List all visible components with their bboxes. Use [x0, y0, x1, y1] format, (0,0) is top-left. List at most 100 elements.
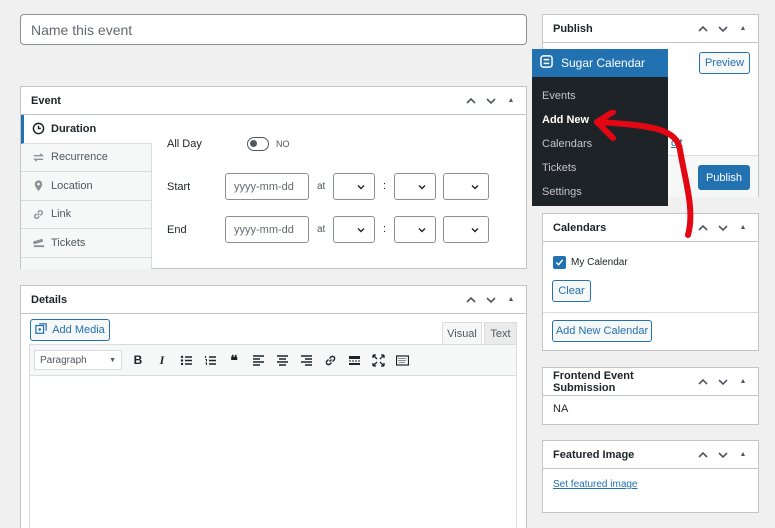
tab-recurrence[interactable]: Recurrence: [21, 144, 151, 172]
tab-duration-label: Duration: [51, 122, 97, 135]
start-minute-select[interactable]: [394, 173, 436, 200]
move-up-icon[interactable]: [696, 375, 710, 389]
set-featured-image-link[interactable]: Set featured image: [553, 479, 638, 490]
move-down-icon[interactable]: [716, 375, 730, 389]
toolbar-toggle-icon[interactable]: [392, 350, 412, 370]
tab-location[interactable]: Location: [21, 172, 151, 201]
all-day-toggle-text: NO: [276, 139, 290, 149]
tab-link[interactable]: Link: [21, 201, 151, 229]
start-at-label: at: [317, 181, 326, 192]
details-metabox: Details ▲ Add Media Visual Text Paragrap…: [20, 285, 527, 528]
collapse-toggle-icon[interactable]: ▲: [504, 94, 518, 108]
featured-image-title: Featured Image: [553, 448, 635, 461]
end-minute-select[interactable]: [394, 216, 436, 243]
my-calendar-label: My Calendar: [571, 257, 628, 268]
all-day-label: All Day: [167, 138, 202, 150]
clear-button[interactable]: Clear: [552, 280, 591, 302]
add-media-button[interactable]: Add Media: [30, 319, 110, 341]
collapse-toggle-icon[interactable]: ▲: [736, 22, 750, 36]
move-down-icon[interactable]: [716, 221, 730, 235]
event-title-input[interactable]: Name this event: [20, 14, 527, 45]
location-pin-icon: [31, 179, 45, 193]
move-down-icon[interactable]: [716, 22, 730, 36]
add-media-icon: [35, 322, 47, 338]
annotation-arrow: [594, 110, 694, 238]
format-select[interactable]: Paragraph ▼: [34, 350, 122, 370]
read-more-icon[interactable]: [344, 350, 364, 370]
publish-metabox-title: Publish: [553, 22, 593, 35]
insert-link-icon[interactable]: [320, 350, 340, 370]
sugar-calendar-menu-header[interactable]: Sugar Calendar: [532, 49, 668, 77]
move-up-icon[interactable]: [696, 448, 710, 462]
preview-button[interactable]: Preview: [699, 52, 750, 74]
details-metabox-title: Details: [31, 293, 68, 306]
frontend-submission-title: Frontend Event Submission: [553, 369, 634, 394]
tickets-icon: [31, 236, 45, 250]
tab-text[interactable]: Text: [484, 322, 517, 344]
tab-tickets-label: Tickets: [51, 236, 86, 249]
tab-visual[interactable]: Visual: [442, 322, 482, 344]
move-down-icon[interactable]: [484, 293, 498, 307]
start-label: Start: [167, 181, 191, 193]
event-metabox-title: Event: [31, 94, 61, 107]
bold-icon[interactable]: B: [128, 350, 148, 370]
collapse-toggle-icon[interactable]: ▲: [504, 293, 518, 307]
italic-icon[interactable]: I: [152, 350, 172, 370]
publish-button[interactable]: Publish: [698, 165, 750, 190]
move-up-icon[interactable]: [464, 94, 478, 108]
event-metabox-header: Event ▲: [21, 87, 526, 115]
publish-metabox-header: Publish ▲: [543, 15, 758, 43]
tab-location-label: Location: [51, 179, 93, 192]
sugar-calendar-icon: [540, 55, 553, 71]
all-day-toggle[interactable]: [247, 137, 269, 151]
start-date-input[interactable]: yyyy-mm-dd: [225, 173, 309, 200]
move-up-icon[interactable]: [464, 293, 478, 307]
recurrence-icon: [31, 150, 45, 164]
add-new-calendar-button[interactable]: Add New Calendar: [552, 320, 652, 342]
editor-toolbar: Paragraph ▼ B I ❝: [29, 344, 517, 376]
start-colon: :: [383, 180, 387, 192]
my-calendar-checkbox[interactable]: [553, 256, 566, 269]
featured-image-metabox: Featured Image ▲ Set featured image: [542, 440, 759, 513]
frontend-submission-header: Frontend Event Submission ▲: [543, 368, 758, 396]
format-select-value: Paragraph: [40, 354, 87, 366]
details-metabox-header: Details ▲: [21, 286, 526, 314]
move-up-icon[interactable]: [696, 22, 710, 36]
bullet-list-icon[interactable]: [176, 350, 196, 370]
align-left-icon[interactable]: [248, 350, 268, 370]
link-icon: [31, 207, 45, 221]
tab-tickets[interactable]: Tickets: [21, 229, 151, 258]
sugar-calendar-title: Sugar Calendar: [561, 56, 646, 70]
tab-link-label: Link: [51, 208, 72, 221]
end-colon: :: [383, 223, 387, 235]
blockquote-icon[interactable]: ❝: [224, 350, 244, 370]
dropdown-arrow-icon: ▼: [109, 356, 116, 364]
end-ampm-select[interactable]: [443, 216, 489, 243]
end-date-input[interactable]: yyyy-mm-dd: [225, 216, 309, 243]
clock-icon: [31, 122, 45, 136]
tab-duration[interactable]: Duration: [21, 115, 152, 144]
editor-content-area[interactable]: [29, 376, 517, 528]
end-at-label: at: [317, 224, 326, 235]
collapse-toggle-icon[interactable]: ▲: [736, 375, 750, 389]
start-hour-select[interactable]: [333, 173, 375, 200]
menu-item-events[interactable]: Events: [532, 84, 668, 108]
collapse-toggle-icon[interactable]: ▲: [736, 448, 750, 462]
align-center-icon[interactable]: [272, 350, 292, 370]
frontend-submission-value: NA: [553, 403, 569, 415]
move-down-icon[interactable]: [484, 94, 498, 108]
fullscreen-icon[interactable]: [368, 350, 388, 370]
align-right-icon[interactable]: [296, 350, 316, 370]
end-label: End: [167, 224, 187, 236]
collapse-toggle-icon[interactable]: ▲: [736, 221, 750, 235]
numbered-list-icon[interactable]: [200, 350, 220, 370]
event-metabox: Event ▲ Duration Recurrence Location Lin…: [20, 86, 527, 269]
tab-recurrence-label: Recurrence: [51, 151, 108, 164]
start-ampm-select[interactable]: [443, 173, 489, 200]
calendars-divider: [543, 312, 758, 313]
frontend-submission-metabox: Frontend Event Submission ▲ NA: [542, 367, 759, 425]
move-down-icon[interactable]: [716, 448, 730, 462]
end-hour-select[interactable]: [333, 216, 375, 243]
event-tabs: Duration Recurrence Location Link Ticket…: [21, 115, 152, 269]
featured-image-header: Featured Image ▲: [543, 441, 758, 469]
